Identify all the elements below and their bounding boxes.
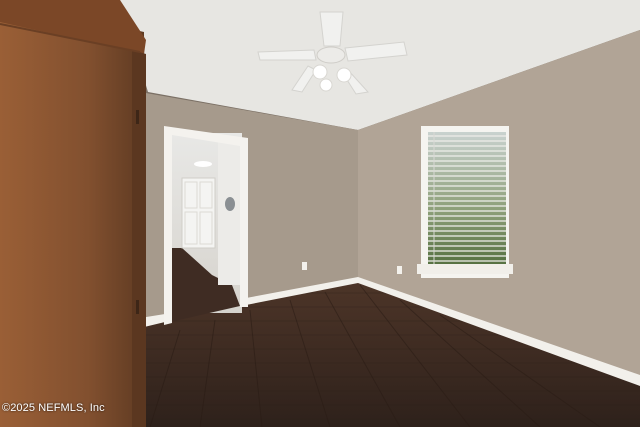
copyright-watermark: ©2025 NEFMLS, Inc xyxy=(2,402,105,414)
hallway-door xyxy=(181,177,216,249)
wall-outlet-right xyxy=(397,266,402,274)
armoire xyxy=(0,0,146,427)
armoire-hinge xyxy=(136,110,139,124)
hallway-wall-right xyxy=(218,140,240,285)
room-scene xyxy=(0,0,640,427)
window-blinds xyxy=(428,135,506,267)
armoire-side xyxy=(132,50,146,427)
wall-outlet xyxy=(302,262,307,270)
room-photo: ©2025 NEFMLS, Inc xyxy=(0,0,640,427)
wall-sconce xyxy=(225,197,235,211)
window-sill xyxy=(417,264,513,274)
hallway-light xyxy=(194,161,212,167)
